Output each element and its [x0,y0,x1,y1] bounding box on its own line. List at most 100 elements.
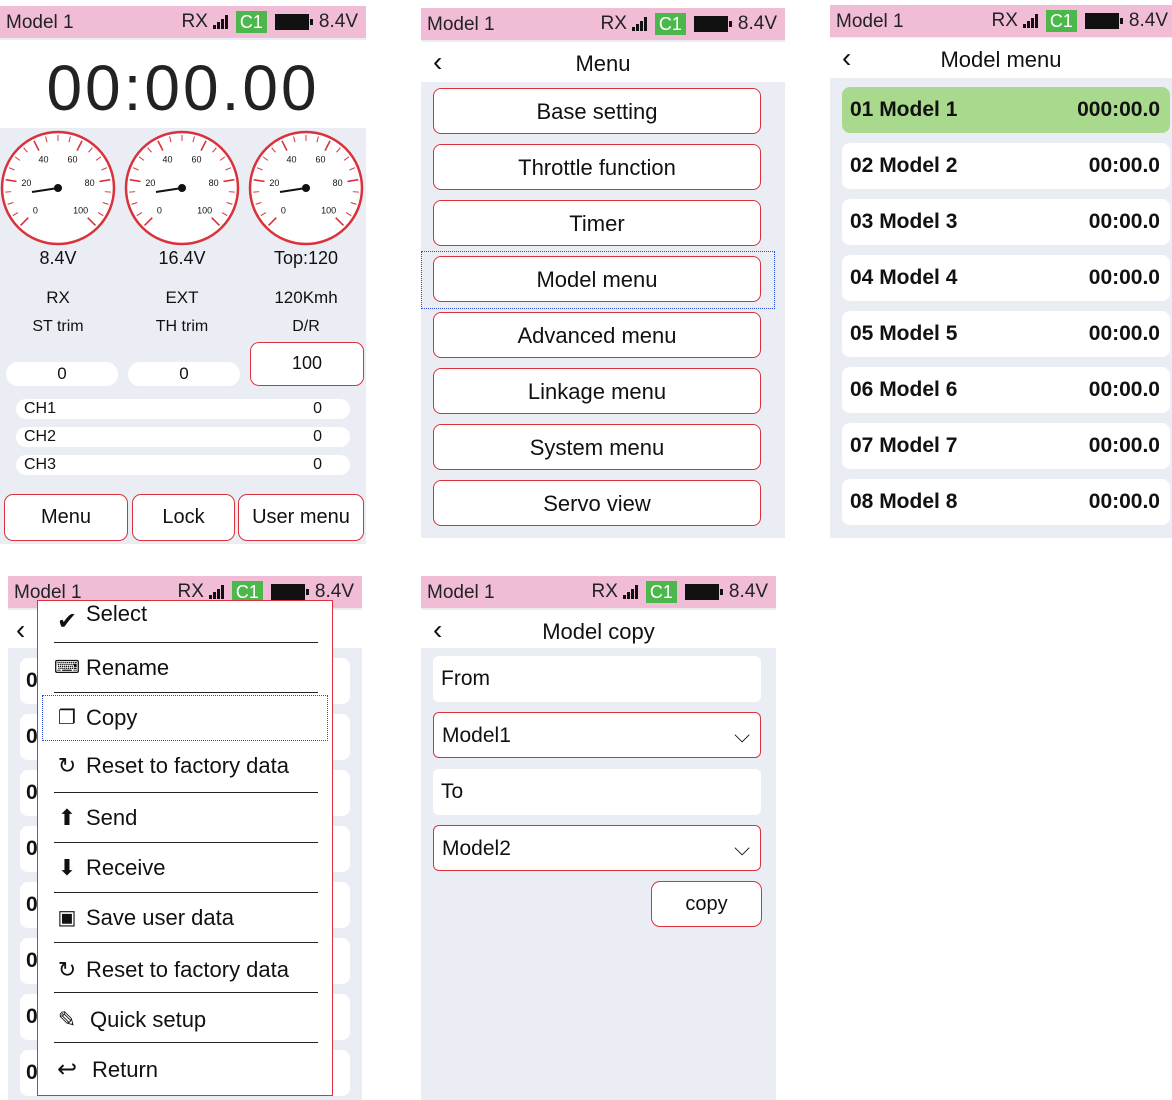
model-time: 00:00.0 [1088,210,1160,233]
pencil-icon: ✎ [57,1007,77,1032]
gauge-tick-label: 40 [162,154,172,164]
popup-item-send[interactable]: ⬆ Send [54,793,318,843]
model-row[interactable]: 06 Model 6 00:00.0 [842,367,1170,413]
gauge-tick-label: 100 [321,206,336,216]
gauge-rx-value: 8.4V [39,248,77,268]
th-trim-value[interactable]: 0 [128,362,240,386]
model-time: 00:00.0 [1088,434,1160,457]
popup-item-return[interactable]: ↩ Return [54,1043,318,1093]
battery-icon [684,584,723,600]
model-name: 05 Model 5 [850,322,958,345]
rx-label: RX [181,11,208,32]
gauge-hub [54,184,62,192]
rx-label: RX [991,10,1018,31]
rx-label: RX [591,581,618,602]
page-title: Menu [575,51,631,76]
model-row-selected[interactable]: 01 Model 1 000:00.0 [842,87,1170,133]
gauge-ext: 0 20 40 60 80 100 [124,130,240,246]
timer-display: 00:00.00 [0,40,366,128]
gauge-tick-label: 40 [286,154,296,164]
popup-item-reset-factory-2[interactable]: ↻ Reset to factory data [54,943,318,993]
model-time: 00:00.0 [1088,154,1160,177]
model-name: 07 Model 7 [850,434,958,457]
gauge-hub [178,184,186,192]
st-trim-label: ST trim [32,318,84,335]
channel-value: 0 [313,456,322,473]
battery-voltage: 8.4V [728,581,768,602]
model-options-popup: ✔ Select ⌨ Rename ❐ Copy ↻ Reset to fact… [37,600,333,1096]
model-time: 00:00.0 [1088,490,1160,513]
channel-row: CH2 0 [16,427,350,447]
channel-value: 0 [313,428,322,445]
lock-button[interactable]: Lock [132,494,235,541]
from-select[interactable]: Model1 ⌵ [433,712,761,758]
channel-row: CH3 0 [16,455,350,475]
gauge-tick-label: 0 [157,206,162,216]
model-name: 01 Model 1 [850,98,958,121]
page-title: Model copy [542,619,655,644]
gauge-ext-value: 16.4V [158,248,206,268]
menu-item-throttle-function[interactable]: Throttle function [433,144,761,190]
menu-item-system-menu[interactable]: System menu [433,424,761,470]
model-row[interactable]: 04 Model 4 00:00.0 [842,255,1170,301]
model-row[interactable]: 03 Model 3 00:00.0 [842,199,1170,245]
gauge-tick-label: 20 [269,178,279,188]
to-label: To [433,769,761,815]
battery-icon [693,16,732,32]
dr-value[interactable]: 100 [250,342,364,386]
menu-item-model-menu[interactable]: Model menu [433,256,761,302]
model-name: 08 Model 8 [850,490,958,513]
status-model-name: Model 1 [836,11,904,32]
refresh-icon: ↻ [57,753,77,778]
gauge-speed-label: 120Kmh [274,288,338,307]
nav-bar: ‹ Menu [421,42,785,82]
battery-icon [274,14,313,30]
model-row[interactable]: 08 Model 8 00:00.0 [842,479,1170,525]
channel-badge: C1 [235,11,267,33]
copy-button[interactable]: copy [651,881,762,927]
nav-bar: ‹ Model menu [830,38,1172,78]
popup-item-rename[interactable]: ⌨ Rename [54,643,318,693]
channel-row: CH1 0 [16,399,350,419]
popup-item-save-user-data[interactable]: ▣ Save user data [54,893,318,943]
menu-item-servo-view[interactable]: Servo view [433,480,761,526]
popup-item-select[interactable]: ✔ Select [54,593,318,643]
battery-voltage: 8.4V [1128,10,1168,31]
popup-item-receive[interactable]: ⬇ Receive [54,843,318,893]
back-icon[interactable]: ‹ [16,612,25,648]
gauge-tick-label: 60 [316,154,326,164]
menu-button[interactable]: Menu [4,494,128,541]
to-select[interactable]: Model2 ⌵ [433,825,761,871]
to-select-value: Model2 [442,837,511,860]
menu-item-base-setting[interactable]: Base setting [433,88,761,134]
gauge-speed-value: Top:120 [273,248,339,268]
model-name: 04 Model 4 [850,266,958,289]
channel-name: CH3 [24,456,57,473]
popup-item-copy[interactable]: ❐ Copy [54,693,318,743]
st-trim-value[interactable]: 0 [6,362,118,386]
model-row[interactable]: 02 Model 2 00:00.0 [842,143,1170,189]
user-menu-button[interactable]: User menu [238,494,364,541]
popup-item-reset-factory[interactable]: ↻ Reset to factory data [54,743,318,793]
status-bar: Model 1 RX C1 8.4V [421,8,785,40]
status-bar: Model 1 RX C1 8.4V [830,5,1172,37]
model-row[interactable]: 05 Model 5 00:00.0 [842,311,1170,357]
popup-item-quick-setup[interactable]: ✎ Quick setup [54,993,318,1043]
menu-item-advanced-menu[interactable]: Advanced menu [433,312,761,358]
home-screen: Model 1 RX C1 8.4V 00:00.00 0 20 40 60 80 100… [0,6,366,544]
menu-item-timer[interactable]: Timer [433,200,761,246]
gauge-ext-label: EXT [165,288,199,307]
gauge-tick-label: 80 [209,178,219,188]
gauge-tick-label: 20 [21,178,31,188]
save-icon: ▣ [57,907,77,929]
model-row[interactable]: 07 Model 7 00:00.0 [842,423,1170,469]
model-time: 00:00.0 [1088,322,1160,345]
model-name: 03 Model 3 [850,210,958,233]
menu-item-linkage-menu[interactable]: Linkage menu [433,368,761,414]
signal-icon [631,17,647,31]
gauge-speed: 0 20 40 60 80 100 [248,130,364,246]
nav-bar: ‹ Model copy [421,610,776,648]
gauge-tick-label: 80 [85,178,95,188]
gauge-rx-label: RX [46,288,70,307]
channel-name: CH1 [24,400,57,417]
